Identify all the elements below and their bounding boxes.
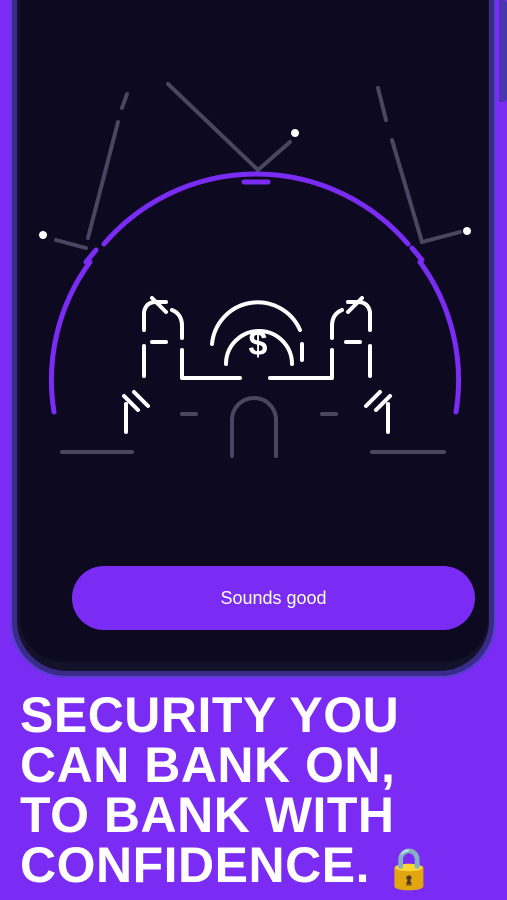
sounds-good-button[interactable]: Sounds good — [72, 566, 475, 630]
phone-side-button — [499, 0, 507, 102]
headline-line-4: CONFIDENCE. 🔒 — [20, 840, 490, 894]
headline-line-4-text: CONFIDENCE. — [20, 837, 370, 893]
dollar-coin-icon: $ — [249, 325, 268, 363]
headline-line-3: TO BANK WITH — [20, 787, 395, 843]
headline-line-1: SECURITY YOU — [20, 687, 400, 743]
app-screen: $ Sounds good — [20, 0, 488, 662]
headline: SECURITY YOU CAN BANK ON, TO BANK WITH C… — [20, 690, 490, 894]
security-illustration: $ — [39, 82, 471, 458]
lock-icon: 🔒 — [384, 846, 435, 891]
headline-line-2: CAN BANK ON, — [20, 737, 396, 793]
